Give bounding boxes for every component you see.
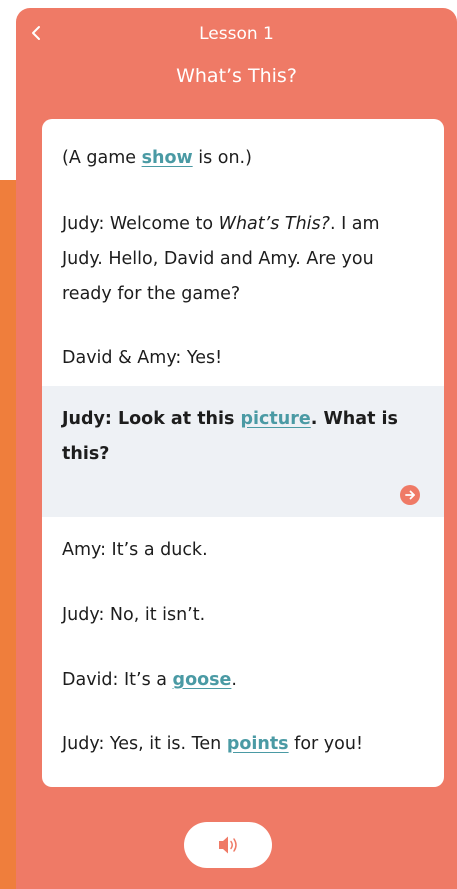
next-line-button[interactable] (400, 485, 420, 505)
line-text: (A game (62, 148, 142, 168)
line-text: . (231, 670, 237, 690)
dialogue-card: (A game show is on.) Judy: Welcome to Wh… (42, 119, 444, 787)
dialogue-line: Amy: It’s a duck. (62, 533, 422, 568)
line-text: Amy: It’s a duck. (62, 540, 208, 560)
vocab-word-show[interactable]: show (142, 148, 193, 168)
speaker-icon (219, 836, 237, 854)
line-text: David & Amy: Yes! (62, 348, 223, 368)
line-text: Judy: Yes, it is. Ten (62, 734, 227, 754)
line-text: Judy: Look at this (62, 409, 241, 429)
vocab-word-goose[interactable]: goose (173, 670, 232, 690)
line-text: is on.) (192, 148, 252, 168)
vocab-word-points[interactable]: points (227, 734, 289, 754)
line-text: for you! (288, 734, 363, 754)
dialogue-line: David & Amy: Yes! (62, 341, 422, 376)
dialogue-line: David: It’s a goose. (62, 663, 422, 698)
page-title: What’s This? (176, 65, 297, 87)
lesson-label: Lesson 1 (199, 24, 274, 44)
dialogue-line-current: Judy: Look at this picture. What is this… (62, 402, 422, 472)
dialogue-line: Judy: Yes, it is. Ten points for you! (62, 727, 422, 762)
line-text: David: It’s a (62, 670, 173, 690)
vocab-word-picture[interactable]: picture (241, 409, 311, 429)
arrow-right-icon (405, 490, 415, 500)
play-audio-button[interactable] (184, 822, 272, 868)
lesson-panel: Lesson 1 What’s This? (A game show is on… (16, 8, 457, 889)
dialogue-line: Judy: No, it isn’t. (62, 598, 422, 633)
dialogue-line: Judy: Welcome to What’s This?. I am Judy… (62, 207, 422, 312)
dialogue-line: (A game show is on.) (62, 141, 422, 176)
line-text: Judy: Welcome to (62, 214, 219, 234)
line-text: Judy: No, it isn’t. (62, 605, 206, 625)
line-text-italic: What’s This? (218, 214, 330, 234)
